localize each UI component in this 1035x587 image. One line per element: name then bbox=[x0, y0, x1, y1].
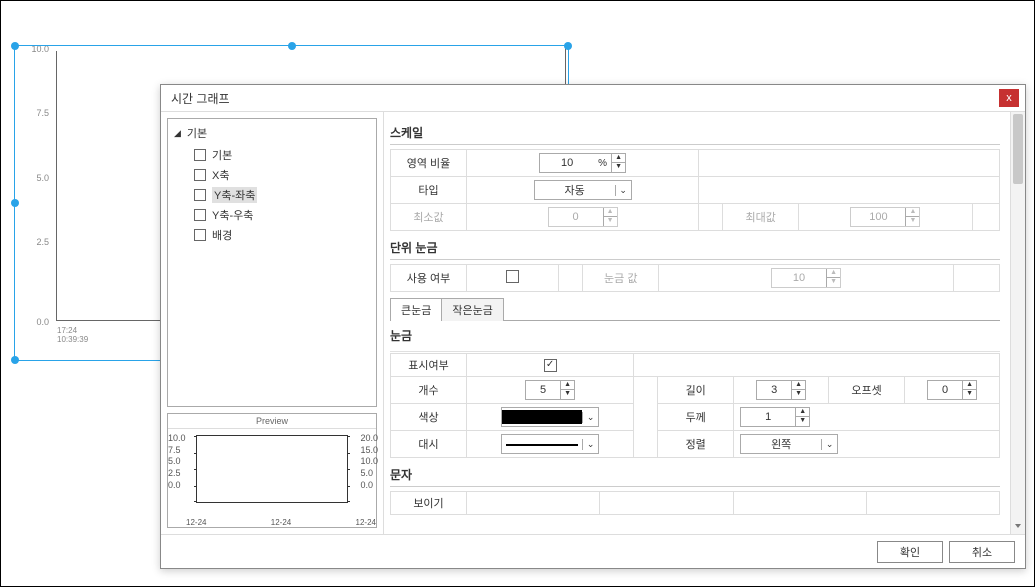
text-show-label: 보이기 bbox=[391, 492, 467, 515]
left-panel: ◢ 기본 기본 X축 Y축-좌축 Y축-우축 배경 Preview bbox=[161, 112, 383, 534]
tree-check-yaxis-right[interactable] bbox=[194, 209, 206, 221]
tick-align-select[interactable]: 왼쪽⌄ bbox=[740, 434, 838, 454]
selection-handle-ne[interactable] bbox=[564, 42, 572, 50]
tick-align-label: 정렬 bbox=[658, 431, 734, 458]
tick-thickness-input[interactable]: 1▲▼ bbox=[740, 407, 810, 427]
chevron-down-icon: ⌄ bbox=[615, 185, 631, 196]
tick-tabs: 큰눈금 작은눈금 bbox=[390, 298, 1000, 321]
tree-check-xaxis[interactable] bbox=[194, 169, 206, 181]
scale-section-title: 스케일 bbox=[390, 122, 1000, 145]
tick-grid: 표시여부 ✓ 개수 5▲▼ 길이 3▲▼ 오프셋 0▲▼ bbox=[390, 353, 1000, 458]
unit-value-label: 눈금 값 bbox=[583, 265, 659, 292]
tick-count-input[interactable]: 5▲▼ bbox=[525, 380, 575, 400]
tree-item-background[interactable]: 배경 bbox=[194, 225, 370, 245]
scrollbar-thumb[interactable] bbox=[1013, 114, 1023, 184]
tick-thickness-label: 두께 bbox=[658, 404, 734, 431]
pv-right-tick-marks bbox=[347, 436, 350, 502]
dialog-titlebar[interactable]: 시간 그래프 x bbox=[161, 85, 1025, 111]
preview-box: Preview 10.07.55.02.50.0 bbox=[167, 413, 377, 528]
area-ratio-input[interactable]: 10% ▲▼ bbox=[539, 153, 626, 173]
text-grid: 보이기 bbox=[390, 491, 1000, 515]
outer-frame: 10.0 7.5 5.0 2.5 0.0 17:24 10:39:39 시간 그… bbox=[0, 0, 1035, 587]
dialog-footer: 확인 취소 bbox=[161, 534, 1025, 568]
tree-root-label: 기본 bbox=[187, 125, 207, 141]
selection-handle-n[interactable] bbox=[288, 42, 296, 50]
min-spinner: ▲▼ bbox=[603, 208, 617, 226]
tick-show-checkbox[interactable]: ✓ bbox=[544, 359, 557, 372]
tick-section-title: 눈금 bbox=[390, 325, 1000, 347]
tree-root[interactable]: ◢ 기본 bbox=[174, 125, 370, 141]
tick-length-input[interactable]: 3▲▼ bbox=[756, 380, 806, 400]
nav-tree: ◢ 기본 기본 X축 Y축-좌축 Y축-우축 배경 bbox=[167, 118, 377, 407]
type-label: 타입 bbox=[391, 177, 467, 204]
unit-use-label: 사용 여부 bbox=[391, 265, 467, 292]
tree-check-yaxis-left[interactable] bbox=[194, 189, 206, 201]
area-ratio-label: 영역 비율 bbox=[391, 150, 467, 177]
unit-tick-grid: 사용 여부 눈금 값 10 ▲▼ bbox=[390, 264, 1000, 292]
tick-color-label: 색상 bbox=[391, 404, 467, 431]
tree-item-xaxis[interactable]: X축 bbox=[194, 165, 370, 185]
max-input: 100 ▲▼ bbox=[850, 207, 920, 227]
tab-minor-tick[interactable]: 작은눈금 bbox=[441, 298, 503, 321]
settings-scroll-area: 스케일 영역 비율 10% ▲▼ bbox=[384, 112, 1010, 534]
max-label: 최대값 bbox=[723, 204, 799, 231]
dialog-title: 시간 그래프 bbox=[171, 90, 999, 107]
tick-show-label: 표시여부 bbox=[391, 354, 467, 377]
tick-dash-label: 대시 bbox=[391, 431, 467, 458]
chevron-down-icon: ⌄ bbox=[821, 439, 837, 450]
tree-item-yaxis-right[interactable]: Y축-우축 bbox=[194, 205, 370, 225]
scale-grid: 영역 비율 10% ▲▼ 타입 bbox=[390, 149, 1000, 231]
color-swatch bbox=[502, 410, 582, 424]
tick-length-label: 길이 bbox=[658, 377, 734, 404]
preview-title: Preview bbox=[168, 414, 376, 429]
close-icon: x bbox=[1006, 92, 1012, 104]
type-select[interactable]: 자동 ⌄ bbox=[534, 180, 632, 200]
ok-button[interactable]: 확인 bbox=[877, 541, 943, 563]
tick-count-label: 개수 bbox=[391, 377, 467, 404]
close-button[interactable]: x bbox=[999, 89, 1019, 107]
time-graph-dialog: 시간 그래프 x ◢ 기본 기본 X축 Y축-좌축 Y축-우축 bbox=[160, 84, 1026, 569]
preview-plot-area bbox=[196, 435, 348, 503]
preview-right-ticks: 20.015.010.05.00.0 bbox=[360, 433, 378, 491]
selection-handle-nw[interactable] bbox=[11, 42, 19, 50]
tree-check-basic[interactable] bbox=[194, 149, 206, 161]
tick-offset-input[interactable]: 0▲▼ bbox=[927, 380, 977, 400]
unit-tick-title: 단위 눈금 bbox=[390, 237, 1000, 260]
unit-value-input: 10 ▲▼ bbox=[771, 268, 841, 288]
tab-major-tick[interactable]: 큰눈금 bbox=[390, 298, 442, 321]
tick-color-select[interactable]: ⌄ bbox=[501, 407, 599, 427]
tree-item-yaxis-left[interactable]: Y축-좌축 bbox=[194, 185, 370, 205]
unit-use-checkbox[interactable] bbox=[506, 270, 519, 283]
area-ratio-spinner[interactable]: ▲▼ bbox=[611, 154, 625, 172]
unit-value-spinner: ▲▼ bbox=[826, 269, 840, 287]
min-input: 0 ▲▼ bbox=[548, 207, 618, 227]
tree-caret-icon: ◢ bbox=[174, 128, 181, 139]
vertical-scrollbar[interactable] bbox=[1010, 112, 1025, 534]
tree-children: 기본 X축 Y축-좌축 Y축-우축 배경 bbox=[194, 145, 370, 245]
preview-left-ticks: 10.07.55.02.50.0 bbox=[168, 433, 186, 491]
dash-swatch bbox=[502, 437, 582, 451]
chevron-down-icon: ⌄ bbox=[582, 412, 598, 423]
max-spinner: ▲▼ bbox=[905, 208, 919, 226]
pv-left-tick-marks bbox=[194, 436, 197, 502]
selection-handle-w[interactable] bbox=[11, 199, 19, 207]
tree-item-basic[interactable]: 기본 bbox=[194, 145, 370, 165]
preview-x-ticks: 12-24 12-24 12-24 bbox=[186, 518, 376, 527]
text-section-title: 문자 bbox=[390, 464, 1000, 487]
chevron-down-icon: ⌄ bbox=[582, 439, 598, 450]
min-label: 최소값 bbox=[391, 204, 467, 231]
preview-chart: 10.07.55.02.50.0 bbox=[168, 429, 376, 527]
right-panel: 스케일 영역 비율 10% ▲▼ bbox=[383, 112, 1025, 534]
selection-handle-sw[interactable] bbox=[11, 356, 19, 364]
tree-check-background[interactable] bbox=[194, 229, 206, 241]
tick-dash-select[interactable]: ⌄ bbox=[501, 434, 599, 454]
cancel-button[interactable]: 취소 bbox=[949, 541, 1015, 563]
tick-offset-label: 오프셋 bbox=[829, 377, 905, 404]
